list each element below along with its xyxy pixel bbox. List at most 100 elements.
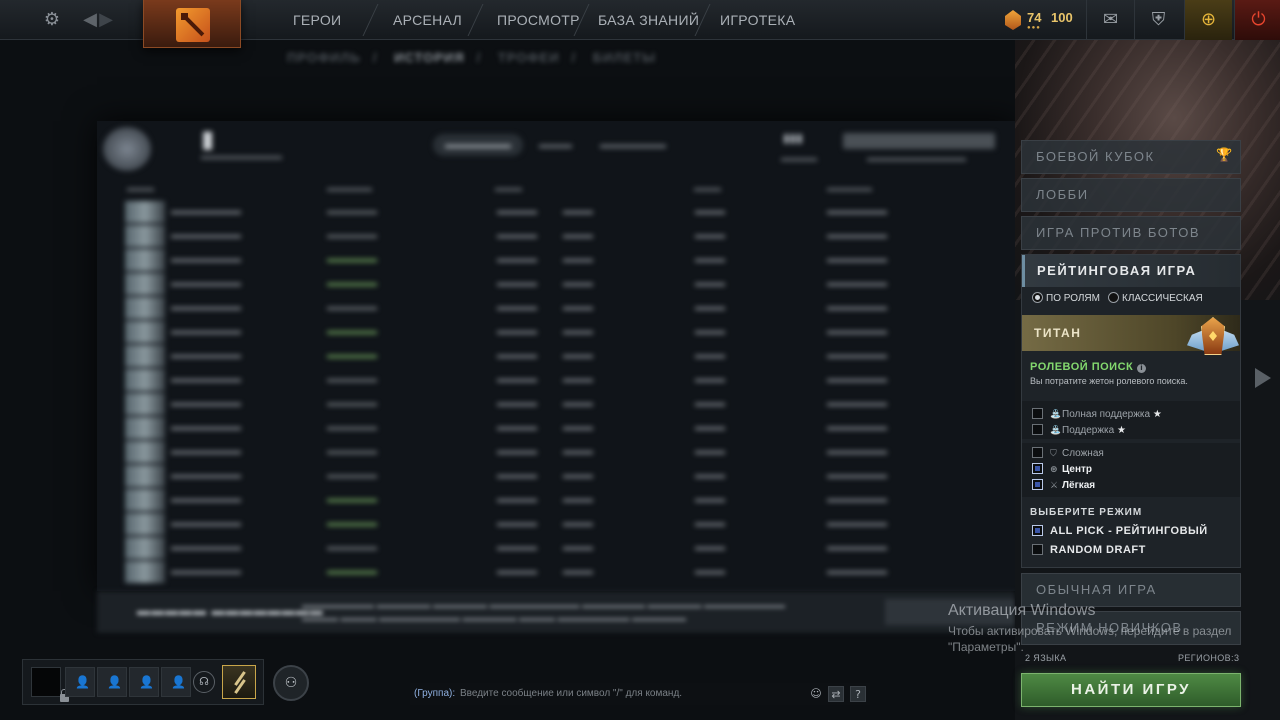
table-row[interactable]: ▬▬▬▬▬▬▬ ▬▬▬▬▬ ▬▬▬▬ ▬▬▬ ▬▬▬ ▬▬▬▬▬▬ [125,441,1005,465]
windows-activation-text: Чтобы активировать Windows, перейдите в … [948,624,1232,654]
role-checkbox-checked[interactable] [1032,463,1043,474]
table-row[interactable]: ▬▬▬▬▬▬▬ ▬▬▬▬▬ ▬▬▬▬ ▬▬▬ ▬▬▬ ▬▬▬▬▬▬ [125,537,1005,561]
party-slot-self[interactable] [31,667,69,702]
table-cell: ▬▬▬▬▬▬ [827,446,887,457]
nav-arsenal[interactable]: АРСЕНАЛ [393,0,462,40]
radio-button[interactable] [1108,292,1119,303]
table-row[interactable]: ▬▬▬▬▬▬▬ ▬▬▬▬▬ ▬▬▬▬ ▬▬▬ ▬▬▬ ▬▬▬▬▬▬ [125,225,1005,249]
radio-classic[interactable]: КЛАССИЧЕСКАЯ [1108,292,1203,305]
table-cell: ▬▬▬▬▬ [327,206,377,217]
party-slot-empty[interactable]: 👤 [65,667,95,697]
table-row[interactable]: ▬▬▬▬▬▬▬ ▬▬▬▬▬ ▬▬▬▬ ▬▬▬ ▬▬▬ ▬▬▬▬▬▬ [125,201,1005,225]
power-icon[interactable]: ⏻ [1234,0,1280,40]
mode-checkbox-checked[interactable] [1032,525,1043,536]
table-row[interactable]: ▬▬▬▬▬▬▬ ▬▬▬▬▬ ▬▬▬▬ ▬▬▬ ▬▬▬ ▬▬▬▬▬▬ [125,561,1005,585]
radio-roles[interactable]: ПО РОЛЯМ [1032,292,1100,305]
ranked-title[interactable]: РЕЙТИНГОВАЯ ИГРА [1022,255,1240,287]
dota-logo-button[interactable] [143,0,241,48]
mode-random-draft[interactable]: RANDOM DRAFT [1032,544,1146,556]
headset-icon[interactable]: ☊ [193,671,215,693]
normal-game-label: ОБЫЧНАЯ ИГРА [1036,582,1157,597]
party-slot-empty[interactable]: 👤 [97,667,127,697]
select-mode-title: ВЫБЕРИТЕ РЕЖИМ [1030,507,1143,518]
role-checkbox[interactable] [1032,447,1043,458]
table-cell: ▬▬▬ [695,278,725,289]
history-tab[interactable]: ▬▬▬▬▬▬ [588,134,678,156]
info-icon[interactable]: i [1137,364,1147,373]
subnav-tickets[interactable]: БИЛЕТЫ [593,50,656,65]
table-cell: ▬▬▬▬▬▬▬ [171,326,241,337]
currency-display[interactable]: 74 ●●● 100 [1005,8,1095,34]
table-row[interactable]: ▬▬▬▬▬▬▬ ▬▬▬▬▬ ▬▬▬▬ ▬▬▬ ▬▬▬ ▬▬▬▬▬▬ [125,417,1005,441]
subnav-history[interactable]: ИСТОРИЯ [394,50,465,65]
forward-arrow-icon[interactable]: ▶ [94,8,118,32]
table-row[interactable]: ▬▬▬▬▬▬▬ ▬▬▬▬▬ ▬▬▬▬ ▬▬▬ ▬▬▬ ▬▬▬▬▬▬ [125,369,1005,393]
chat-input[interactable]: Введите сообщение или символ "/" для ком… [460,688,682,699]
table-cell: ▬▬▬▬▬▬ [827,230,887,241]
armory-icon[interactable]: ⛨ [1134,0,1182,40]
dota-plus-icon[interactable]: ⊕ [1184,0,1232,40]
bots-button[interactable]: ИГРА ПРОТИВ БОТОВ [1021,216,1241,250]
table-row[interactable]: ▬▬▬▬▬▬▬ ▬▬▬▬▬ ▬▬▬▬ ▬▬▬ ▬▬▬ ▬▬▬▬▬▬ [125,489,1005,513]
more-stats-title: ▬▬▬▬▬ ▬▬▬▬▬▬▬▬ [137,603,324,618]
mode-all-pick[interactable]: ALL PICK - РЕЙТИНГОВЫЙ [1032,525,1208,537]
nav-knowledge-base[interactable]: БАЗА ЗНАНИЙ [598,0,699,40]
role-checkbox-checked[interactable] [1032,479,1043,490]
battle-cup-button[interactable]: БОЕВОЙ КУБОК 🏆 [1021,140,1241,174]
shard-dots-icon: ●●● [1027,25,1041,31]
table-cell: ▬▬▬ [695,326,725,337]
table-row[interactable]: ▬▬▬▬▬▬▬ ▬▬▬▬▬ ▬▬▬▬ ▬▬▬ ▬▬▬ ▬▬▬▬▬▬ [125,249,1005,273]
table-row[interactable]: ▬▬▬▬▬▬▬ ▬▬▬▬▬ ▬▬▬▬ ▬▬▬ ▬▬▬ ▬▬▬▬▬▬ [125,273,1005,297]
mode-checkbox[interactable] [1032,544,1043,555]
friends-icon[interactable]: ⚇ [273,665,309,701]
nav-separator [467,4,484,36]
chat-wheel-icon[interactable]: ⇄ [828,686,844,702]
help-button[interactable]: ? [850,686,866,702]
table-row[interactable]: ▬▬▬▬▬▬▬ ▬▬▬▬▬ ▬▬▬▬ ▬▬▬ ▬▬▬ ▬▬▬▬▬▬ [125,513,1005,537]
role-checkbox[interactable] [1032,408,1043,419]
hero-portrait [125,489,165,511]
history-tab[interactable]: ▬▬▬ [527,134,584,156]
next-arrow-icon[interactable] [1255,368,1271,388]
nav-arcade[interactable]: ИГРОТЕКА [720,0,795,40]
shard-icon [1005,10,1021,30]
history-tab[interactable]: ▬▬▬▬▬▬ [433,134,523,156]
mid-icon: ⊛ [1050,465,1058,475]
table-row[interactable]: ▬▬▬▬▬▬▬ ▬▬▬▬▬ ▬▬▬▬ ▬▬▬ ▬▬▬ ▬▬▬▬▬▬ [125,465,1005,489]
table-cell: ▬▬▬▬▬ [327,254,377,265]
role-mid[interactable]: ⊛ Центр [1032,463,1092,477]
role-hard-support[interactable]: ⛲Полная поддержка ★ [1032,408,1162,422]
table-cell: ▬▬▬▬▬▬ [827,518,887,529]
subnav-trophies[interactable]: ТРОФЕИ [498,50,560,65]
role-label: Полная поддержка [1062,409,1151,420]
table-cell: ▬▬▬▬ [497,566,537,577]
role-safelane[interactable]: ⚔ Лёгкая [1032,479,1095,493]
table-row[interactable]: ▬▬▬▬▬▬▬ ▬▬▬▬▬ ▬▬▬▬ ▬▬▬ ▬▬▬ ▬▬▬▬▬▬ [125,393,1005,417]
hero-portrait [125,537,165,559]
mail-icon[interactable]: ✉ [1086,0,1134,40]
party-slot-empty[interactable]: 👤 [161,667,191,697]
role-checkbox[interactable] [1032,424,1043,435]
role-label: Сложная [1062,448,1104,459]
nav-heroes[interactable]: ГЕРОИ [293,0,341,40]
party-slot-empty[interactable]: 👤 [129,667,159,697]
emoji-icon[interactable]: ☺ [808,686,824,702]
rank-tier-badge-icon[interactable] [222,665,256,699]
role-offlane[interactable]: ⛉ Сложная [1032,447,1104,461]
table-row[interactable]: ▬▬▬▬▬▬▬ ▬▬▬▬▬ ▬▬▬▬ ▬▬▬ ▬▬▬ ▬▬▬▬▬▬ [125,321,1005,345]
chat-channel[interactable]: (Группа): [414,688,455,699]
table-row[interactable]: ▬▬▬▬▬▬▬ ▬▬▬▬▬ ▬▬▬▬ ▬▬▬ ▬▬▬ ▬▬▬▬▬▬ [125,297,1005,321]
nav-watch[interactable]: ПРОСМОТР [497,0,580,40]
table-cell: ▬▬▬▬▬ [327,326,377,337]
gear-icon[interactable]: ⚙ [40,8,64,32]
role-support[interactable]: ⛲Поддержка ★ [1032,424,1126,438]
lobby-button[interactable]: ЛОББИ [1021,178,1241,212]
table-cell: ▬▬▬▬ [497,230,537,241]
find-match-button[interactable]: НАЙТИ ИГРУ [1021,673,1241,707]
subnav-profile[interactable]: ПРОФИЛЬ [287,50,361,65]
role-group-support: ⛲Полная поддержка ★ ⛲Поддержка ★ [1022,401,1240,439]
table-cell: ▬▬▬ [695,398,725,409]
table-row[interactable]: ▬▬▬▬▬▬▬ ▬▬▬▬▬ ▬▬▬▬ ▬▬▬ ▬▬▬ ▬▬▬▬▬▬ [125,345,1005,369]
radio-button[interactable] [1032,292,1043,303]
hero-portrait [125,297,165,319]
